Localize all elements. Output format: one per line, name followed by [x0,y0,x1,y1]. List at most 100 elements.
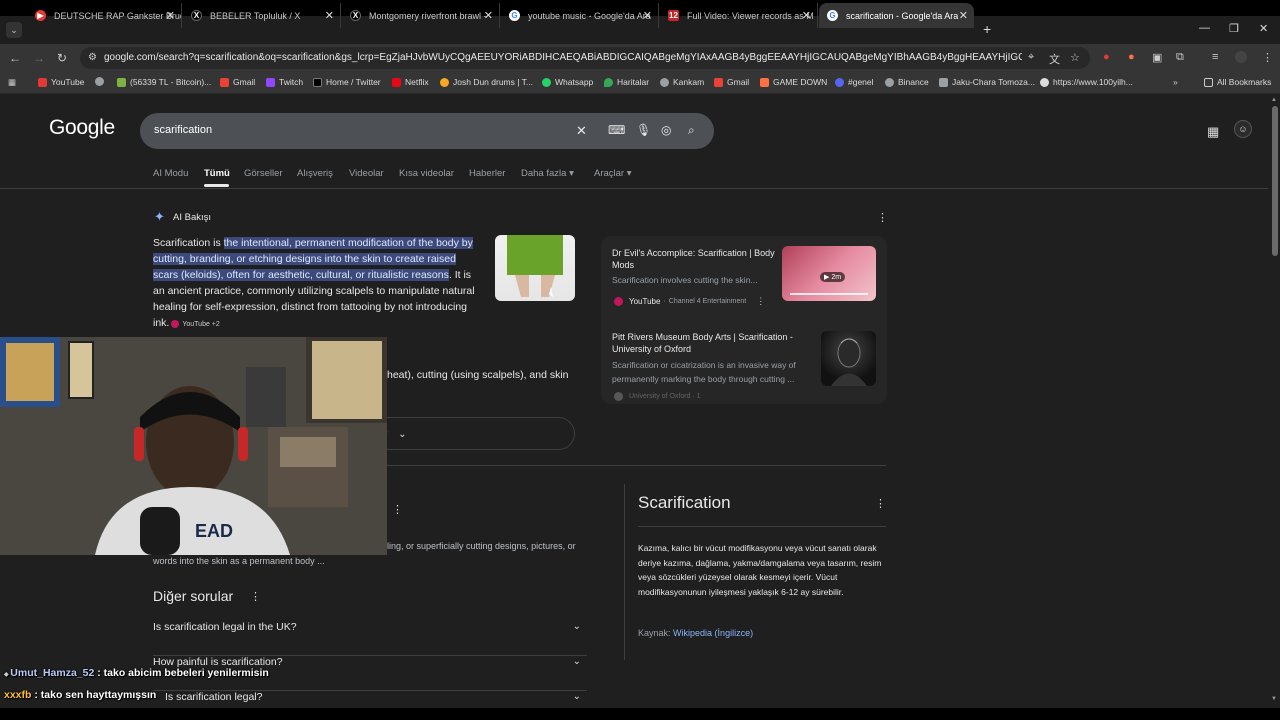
snippet-line: ling, or superficially cutting designs, … [387,541,576,551]
menu-icon[interactable]: ⋮ [1262,51,1273,64]
tab-search-icon[interactable]: ⌄ [6,22,22,38]
extensions-puzzle-icon[interactable]: ⧉ [1176,51,1184,64]
profile-avatar[interactable] [1235,51,1247,63]
bookmark-item[interactable]: Gmail [714,77,749,87]
bookmark-item[interactable]: Whatsapp [542,77,593,87]
ai-lead: Scarification is [153,237,224,249]
bookmark-item[interactable]: Netflix [392,77,429,87]
google-icon: G [509,10,520,21]
google-icon: G [827,10,838,21]
tab-all[interactable]: Tümü [204,168,230,179]
browser-tab[interactable]: X Montgomery riverfront brawl - ✕ [342,3,500,28]
close-icon[interactable]: ✕ [484,9,493,22]
wikipedia-link[interactable]: Wikipedia (İngilizce) [673,628,753,638]
scroll-down-icon[interactable]: ▼ [1271,696,1277,702]
close-icon[interactable]: ✕ [325,9,334,22]
close-icon[interactable]: ✕ [802,9,811,22]
bookmark-label: Gmail [233,77,256,87]
gmail-icon [220,77,229,87]
search-box[interactable] [140,113,714,149]
bookmark-item[interactable]: Twitch [266,77,303,87]
more-options-icon[interactable]: ⋮ [392,503,403,516]
globe-icon [95,77,104,86]
browser-tab[interactable]: 12 Full Video: Viewer records as M ✕ [660,3,818,28]
bookmark-item[interactable]: Binance [885,77,929,87]
bookmark-item[interactable]: YouTube [38,77,84,87]
bookmark-item[interactable]: https://www.100yilh... [1040,77,1133,87]
extension-icon[interactable]: ▣ [1152,51,1162,64]
back-icon[interactable]: ← [9,51,21,65]
ai-image-thumbnail[interactable] [495,235,575,301]
bookmark-item[interactable]: Kankam [660,77,704,87]
more-options-icon[interactable]: ⋮ [877,211,888,224]
duration-text: 2m [831,274,842,281]
tab-videos[interactable]: Videolar [349,168,384,179]
scroll-up-icon[interactable]: ▲ [1271,97,1277,103]
video-thumbnail[interactable]: ▶ 2m [782,246,876,301]
tab-ai-mode[interactable]: AI Modu [153,168,188,179]
bookmark-item[interactable]: (56339 TL - Bitcoin)... [117,77,211,87]
folder-icon [1204,77,1213,87]
tab-news[interactable]: Haberler [469,168,505,179]
more-options-icon[interactable]: ⋮ [875,497,886,510]
bookmark-item[interactable] [95,77,108,86]
paa-question[interactable]: Is scarification legal in the UK? ⌄ [153,621,587,656]
new-tab-button[interactable]: + [983,21,991,37]
google-apps-icon[interactable]: ▦ [1207,124,1219,140]
search-input[interactable]: scarification [154,124,212,136]
bookmark-item[interactable]: GAME DOWN [760,77,827,87]
source-card-title[interactable]: Dr Evil's Accomplice: Scarification | Bo… [612,247,777,271]
bookmark-label: Gmail [727,77,750,87]
minimize-icon[interactable]: — [1199,22,1210,34]
close-icon[interactable]: ✕ [166,9,175,22]
lens-icon[interactable]: ◎ [661,123,671,137]
bookmark-star-icon[interactable]: ☆ [1070,51,1080,64]
browser-tab-active[interactable]: Gscarification - Google'da Ara ✕ [819,3,974,28]
more-options-icon[interactable]: ⋮ [756,296,765,307]
bookmark-item[interactable]: Home / Twitter [313,77,381,87]
extension-icon[interactable]: ● [1128,51,1135,63]
apps-grid-icon[interactable]: ▦ [8,77,16,88]
reload-icon[interactable]: ↻ [57,51,67,65]
google-logo[interactable]: Google [49,116,115,140]
keyboard-icon[interactable]: ⌨ [608,123,625,137]
microphone-icon[interactable]: 🎙 [636,123,651,137]
browser-tab[interactable]: ▶ DEUTSCHE RAP Gankster Bruder ✕ [27,3,182,28]
extension-icon[interactable]: ● [1103,51,1110,63]
search-icon[interactable]: ⌕ [688,123,695,138]
tab-images[interactable]: Görseller [244,168,283,179]
portrait-thumbnail[interactable] [821,331,876,386]
tab-tools[interactable]: Araçlar ▾ [594,168,632,179]
close-icon[interactable]: ✕ [643,9,652,22]
bookmark-item[interactable]: Haritalar [604,77,649,87]
window-close-icon[interactable]: ✕ [1259,22,1268,35]
browser-tab[interactable]: Gyoutube music - Google'da Ara ✕ [501,3,659,28]
browser-tab[interactable]: X BEBELER Topluluk / X ✕ [183,3,341,28]
tab-shopping[interactable]: Alışveriş [297,168,333,179]
scrollbar-thumb[interactable] [1272,106,1278,256]
news-icon: 12 [668,10,679,21]
bookmarks-overflow-icon[interactable]: » [1173,77,1178,87]
bookmark-item[interactable]: Josh Dun drums | T... [440,77,533,87]
bookmark-item[interactable]: Jaku-Chara Tomoza... [939,77,1035,87]
close-icon[interactable]: ✕ [959,9,968,22]
source-card-title[interactable]: Pitt Rivers Museum Body Arts | Scarifica… [612,331,812,355]
media-icon[interactable]: ≡ [1212,51,1218,63]
forward-icon[interactable]: → [33,51,45,65]
location-icon[interactable]: ⌖ [1028,51,1034,64]
more-options-icon[interactable]: ⋮ [250,590,261,603]
translate-icon[interactable]: 文 [1049,51,1060,67]
tab-short-videos[interactable]: Kısa videolar [399,168,454,179]
bookmark-label: https://www.100yilh... [1053,77,1133,87]
all-bookmarks[interactable]: All Bookmarks [1204,77,1271,87]
bookmark-item[interactable]: Gmail [220,77,255,87]
source-chip[interactable]: YouTube +2 [171,317,220,333]
site-info-icon[interactable]: ⚙ [88,52,97,63]
bookmark-label: YouTube [51,77,85,87]
clear-icon[interactable]: ✕ [576,123,587,139]
bookmark-item[interactable]: #genel [835,77,874,87]
tab-more[interactable]: Daha fazla ▾ [521,168,574,179]
restore-icon[interactable]: ❐ [1229,22,1239,35]
avatar[interactable]: ☺ [1234,120,1252,138]
youtube-icon [171,320,180,329]
